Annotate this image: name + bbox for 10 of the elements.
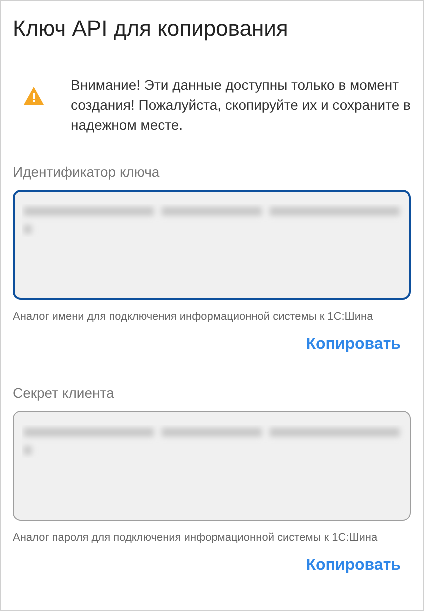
copy-button[interactable]: Копировать: [296, 332, 411, 358]
text-area[interactable]: [13, 190, 411, 300]
warning-text: Внимание! Эти данные доступны только в момент создания! Пожалуйста, скопируйте их и сохраните в надежном месте.: [71, 76, 411, 135]
dialog-title: Ключ API для копирования: [13, 15, 290, 43]
warning-icon: [23, 86, 45, 106]
field-label: Идентификатор ключа: [13, 163, 161, 181]
field-label: Секрет клиента: [13, 384, 116, 402]
field-hint: Аналог имени для подключения информационной системы к 1С:Шина: [13, 310, 374, 325]
copy-button[interactable]: Копировать: [296, 553, 411, 579]
field-hint: Аналог пароля для подключения информационной системы к 1С:Шина: [13, 531, 379, 546]
